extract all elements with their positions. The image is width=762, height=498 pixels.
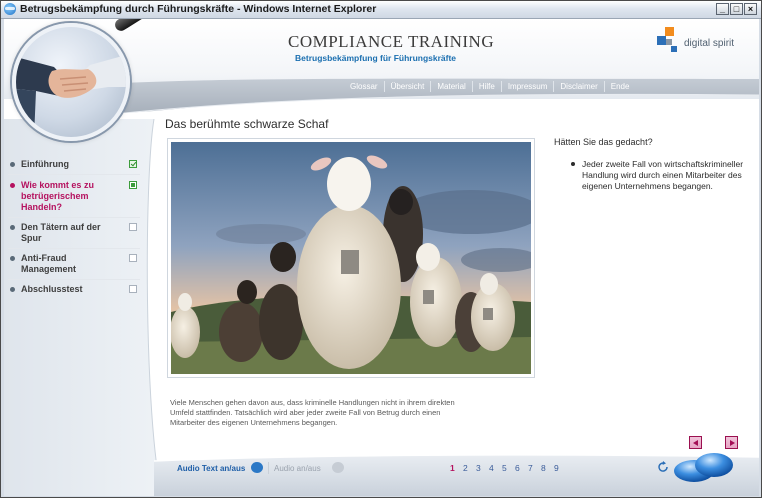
page-link-9[interactable]: 9 [554,463,567,473]
window-title: Betrugsbekämpfung durch Führungskräfte -… [20,3,377,15]
image-caption: Viele Menschen gehen davon aus, dass kri… [170,398,455,427]
in-progress-checkbox-icon [129,181,137,189]
question-heading: Hätten Sie das gedacht? [554,137,653,147]
bottom-bar-decoration [153,454,759,496]
divider [8,217,140,218]
nav-material[interactable]: Material [430,81,471,92]
audio-text-toggle[interactable]: Audio Text an/aus [177,464,245,473]
brand-name: digital spirit [684,38,735,49]
page-link-2[interactable]: 2 [463,463,476,473]
chapter-label: Den Tätern auf der Spur [21,222,101,243]
bullet-icon [571,162,575,166]
bullet-icon [10,162,15,167]
page-title: Das berühmte schwarze Schaf [165,117,329,131]
speech-bubble-icon[interactable] [251,462,263,473]
bullet-icon [10,287,15,292]
page-link-7[interactable]: 7 [528,463,541,473]
bullet-icon [10,225,15,230]
browser-window: Betrugsbekämpfung durch Führungskräfte -… [0,0,762,498]
nav-hilfe[interactable]: Hilfe [471,81,501,92]
brand-logo-icon [657,27,681,53]
nav-uebersicht[interactable]: Übersicht [383,81,431,92]
completed-checkbox-icon [129,160,137,168]
page-link-5[interactable]: 5 [502,463,515,473]
sheep-photo [167,138,535,378]
page-link-1[interactable]: 1 [450,463,463,473]
app-stage: COMPLIANCE TRAINING Betrugsbekämpfung fü… [4,19,759,496]
nav-impressum[interactable]: Impressum [500,81,554,92]
maximize-button[interactable]: □ [730,3,743,15]
divider [8,248,140,249]
blue-orb-decoration [674,453,733,482]
fact-bullet: Jeder zweite Fall von wirtschaftskrimine… [582,159,744,191]
page-link-6[interactable]: 6 [515,463,528,473]
nav-ende[interactable]: Ende [603,81,636,92]
speaker-icon[interactable] [332,462,344,473]
page-link-4[interactable]: 4 [489,463,502,473]
audio-toggle[interactable]: Audio an/aus [274,464,321,473]
title-bar: Betrugsbekämpfung durch Führungskräfte -… [1,1,761,19]
app-subtitle: Betrugsbekämpfung für Führungskräfte [295,53,457,63]
divider [268,462,269,474]
divider [8,174,140,175]
top-navigation: Glossar Übersicht Material Hilfe Impressum Di… [344,81,635,94]
chapter-label: Wie kommt es zu betrügerischem Handeln? [21,180,94,212]
next-page-button[interactable] [725,436,738,449]
open-checkbox-icon [129,285,137,293]
ie-icon [4,3,16,15]
page-link-8[interactable]: 8 [541,463,554,473]
bullet-icon [10,256,15,261]
chapter-navigation: Einführung Wie kommt es zu betrügerische… [4,149,142,349]
divider [8,279,140,280]
nav-glossar[interactable]: Glossar [344,81,384,92]
open-checkbox-icon [129,254,137,262]
close-button[interactable]: × [744,3,757,15]
app-title: COMPLIANCE TRAINING [288,32,495,51]
prev-page-button[interactable] [689,436,702,449]
chapter-label: Anti-Fraud Management [21,253,77,274]
chapter-label: Einführung [21,159,69,169]
nav-disclaimer[interactable]: Disclaimer [553,81,603,92]
page-numbers: 123456789 [450,463,567,473]
page-link-3[interactable]: 3 [476,463,489,473]
chapter-label: Abschlusstest [21,284,83,294]
handshake-magnifier-icon [12,23,130,141]
bullet-icon [10,183,15,188]
open-checkbox-icon [129,223,137,231]
reload-icon[interactable] [657,461,669,473]
minimize-button[interactable]: _ [716,3,729,15]
